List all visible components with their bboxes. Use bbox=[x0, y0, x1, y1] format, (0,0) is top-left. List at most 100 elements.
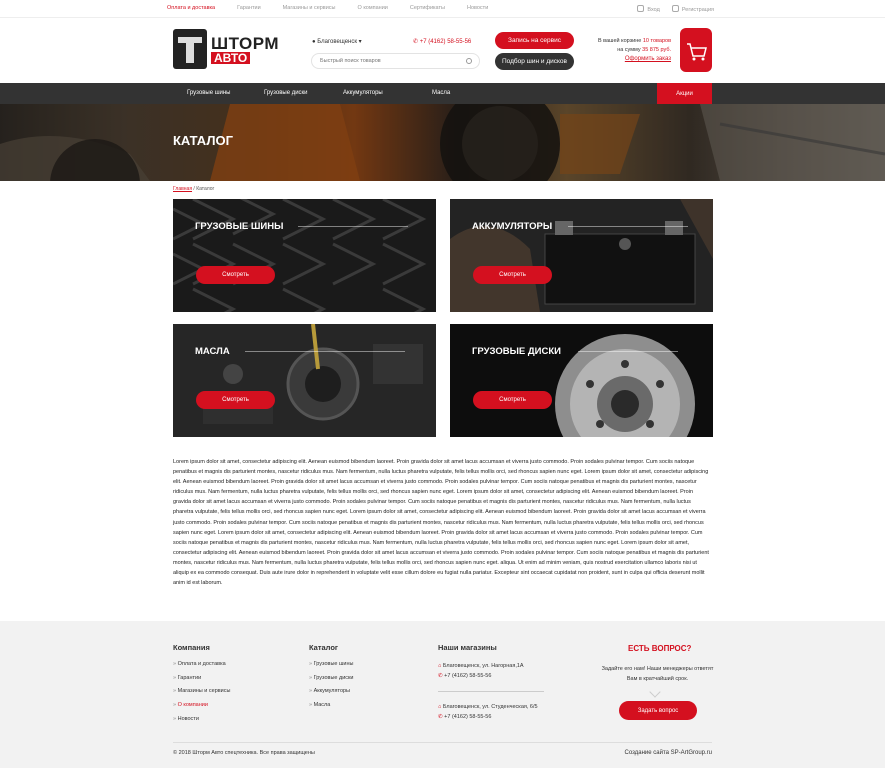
auth-links: Вход Регистрация bbox=[637, 5, 714, 13]
cart-sum: 35 875 руб. bbox=[642, 47, 671, 53]
catalog-card-truck-wheels[interactable]: ГРУЗОВЫЕ ДИСКИ Смотреть bbox=[450, 324, 713, 437]
top-link-guarantee[interactable]: Гарантии bbox=[237, 5, 261, 11]
card-divider bbox=[578, 351, 678, 352]
cart-summary: В вашей корзине 10 товаров на сумму 35 8… bbox=[580, 37, 671, 64]
search-icon[interactable] bbox=[466, 58, 472, 64]
logo[interactable]: ШТОРМ АВТО bbox=[173, 29, 279, 69]
main-nav: Грузовые шины Грузовые диски Аккумулятор… bbox=[0, 83, 885, 104]
question-text: Задайте его нам! Наши менеджеры ответят … bbox=[601, 666, 714, 682]
card-title: МАСЛА bbox=[195, 346, 230, 357]
catalog-card-batteries[interactable]: АККУМУЛЯТОРЫ Смотреть bbox=[450, 199, 713, 312]
question-title: ЕСТЬ ВОПРОС? bbox=[628, 644, 692, 653]
shop-divider bbox=[438, 691, 544, 692]
logo-text: ШТОРМ АВТО bbox=[211, 35, 279, 64]
register-link[interactable]: Регистрация bbox=[671, 5, 714, 13]
engine-oil-image bbox=[173, 324, 436, 437]
footer-link-truck-tires[interactable]: Грузовые шины bbox=[309, 661, 354, 675]
card-view-button[interactable]: Смотреть bbox=[196, 266, 275, 284]
phone-icon: ✆ bbox=[438, 714, 443, 720]
copyright: © 2018 Шторм Авто спецтехника. Все права… bbox=[173, 750, 315, 756]
footer-catalog-title: Каталог bbox=[309, 643, 339, 652]
footer-shops-title: Наши магазины bbox=[438, 643, 497, 652]
page-title: КАТАЛОГ bbox=[173, 133, 233, 148]
footer-link-news[interactable]: Новости bbox=[173, 716, 230, 730]
nav-item-truck-tires[interactable]: Грузовые шины bbox=[187, 90, 231, 96]
header-phone[interactable]: ✆ +7 (4162) 58-55-56 bbox=[413, 38, 471, 45]
footer-link-batteries[interactable]: Аккумуляторы bbox=[309, 688, 354, 702]
home-icon: ⌂ bbox=[438, 663, 442, 669]
card-divider bbox=[298, 226, 408, 227]
ask-question-button[interactable]: Задать вопрос bbox=[619, 701, 697, 720]
footer-company-title: Компания bbox=[173, 643, 210, 652]
truck-tire-image bbox=[173, 199, 436, 312]
header-phone-number: +7 (4162) 58-55-56 bbox=[419, 39, 472, 45]
logo-line-1: ШТОРМ bbox=[211, 33, 280, 53]
battery-image bbox=[450, 199, 713, 312]
nav-item-batteries[interactable]: Аккумуляторы bbox=[343, 90, 383, 96]
footer-divider bbox=[173, 742, 712, 743]
footer-link-payment[interactable]: Оплата и доставка bbox=[173, 661, 230, 675]
top-link-shops[interactable]: Магазины и сервисы bbox=[283, 5, 336, 11]
login-link[interactable]: Вход bbox=[637, 5, 660, 13]
card-title: ГРУЗОВЫЕ ШИНЫ bbox=[195, 221, 284, 232]
register-label: Регистрация bbox=[681, 7, 714, 13]
nav-item-promotions[interactable]: Акции bbox=[657, 83, 712, 104]
shop-address: Благовещенск, ул. Нагорная,1А bbox=[442, 663, 524, 669]
footer-link-about[interactable]: О компании bbox=[173, 702, 230, 716]
footer-link-truck-wheels[interactable]: Грузовые диски bbox=[309, 675, 354, 689]
card-title: АККУМУЛЯТОРЫ bbox=[472, 221, 553, 232]
card-view-button[interactable]: Смотреть bbox=[473, 391, 552, 409]
catalog-card-truck-tires[interactable]: ГРУЗОВЫЕ ШИНЫ Смотреть bbox=[173, 199, 436, 312]
service-booking-button[interactable]: Запись на сервис bbox=[495, 32, 574, 49]
breadcrumb-current: Каталог bbox=[196, 186, 215, 192]
shop-address: Благовещенск, ул. Студенческая, 6/5 bbox=[442, 704, 538, 710]
breadcrumb-home[interactable]: Главная bbox=[173, 186, 192, 192]
cart-sum-prefix: на сумму bbox=[617, 47, 641, 53]
chevron-down-icon: ▾ bbox=[358, 39, 362, 45]
cart-count: 10 товаров bbox=[642, 38, 671, 44]
shop-phone[interactable]: +7 (4162) 58-55-56 bbox=[444, 714, 491, 720]
catalog-card-oils[interactable]: МАСЛА Смотреть bbox=[173, 324, 436, 437]
tire-selection-button[interactable]: Подбор шин и дисков bbox=[495, 53, 574, 70]
footer: Компания Оплата и доставка Гарантии Мага… bbox=[0, 621, 885, 768]
location-pin-icon: ● bbox=[312, 39, 316, 45]
top-link-payment[interactable]: Оплата и доставка bbox=[167, 5, 215, 11]
card-divider bbox=[568, 226, 688, 227]
card-view-button[interactable]: Смотреть bbox=[196, 391, 275, 409]
top-link-about[interactable]: О компании bbox=[358, 5, 388, 11]
logo-mark-icon bbox=[173, 29, 207, 69]
footer-catalog: Каталог Грузовые шины Грузовые диски Акк… bbox=[309, 643, 354, 716]
truck-wheel-image bbox=[450, 324, 713, 437]
cart-icon bbox=[687, 43, 707, 61]
footer-link-oils[interactable]: Масла bbox=[309, 702, 354, 716]
city-selector[interactable]: ● Благовещенск ▾ bbox=[312, 38, 362, 45]
logo-line-2: АВТО bbox=[211, 51, 251, 64]
login-label: Вход bbox=[647, 7, 660, 13]
nav-item-oils[interactable]: Масла bbox=[432, 90, 450, 96]
footer-link-shops[interactable]: Магазины и сервисы bbox=[173, 688, 231, 702]
card-view-button[interactable]: Смотреть bbox=[473, 266, 552, 284]
cart-button[interactable] bbox=[680, 28, 712, 72]
city-label: Благовещенск bbox=[317, 39, 357, 45]
nav-item-truck-wheels[interactable]: Грузовые диски bbox=[264, 90, 308, 96]
top-link-certificates[interactable]: Сертификаты bbox=[410, 5, 445, 11]
login-icon bbox=[637, 5, 645, 12]
top-link-news[interactable]: Новости bbox=[467, 5, 488, 11]
phone-icon: ✆ bbox=[413, 39, 419, 45]
phone-icon: ✆ bbox=[438, 673, 443, 679]
card-title: ГРУЗОВЫЕ ДИСКИ bbox=[472, 346, 561, 357]
breadcrumb: Главная / Каталог bbox=[173, 186, 214, 192]
checkout-link[interactable]: Оформить заказ bbox=[625, 56, 671, 62]
top-bar: Оплата и доставка Гарантии Магазины и се… bbox=[0, 0, 885, 18]
footer-company: Компания Оплата и доставка Гарантии Мага… bbox=[173, 643, 230, 729]
footer-link-guarantee[interactable]: Гарантии bbox=[173, 675, 230, 689]
search-input[interactable] bbox=[311, 53, 480, 69]
user-icon bbox=[671, 5, 679, 12]
shop-item: ⌂ Благовещенск, ул. Нагорная,1А ✆ +7 (41… bbox=[438, 661, 544, 681]
shop-phone[interactable]: +7 (4162) 58-55-56 bbox=[444, 673, 491, 679]
catalog-description: Lorem ipsum dolor sit amet, consectetur … bbox=[173, 459, 709, 587]
home-icon: ⌂ bbox=[438, 704, 442, 710]
top-links: Оплата и доставка Гарантии Магазины и се… bbox=[167, 5, 510, 11]
cart-count-prefix: В вашей корзине bbox=[597, 38, 642, 44]
developer-credit[interactable]: Создание сайта SP-ArtGroup.ru bbox=[625, 750, 712, 756]
